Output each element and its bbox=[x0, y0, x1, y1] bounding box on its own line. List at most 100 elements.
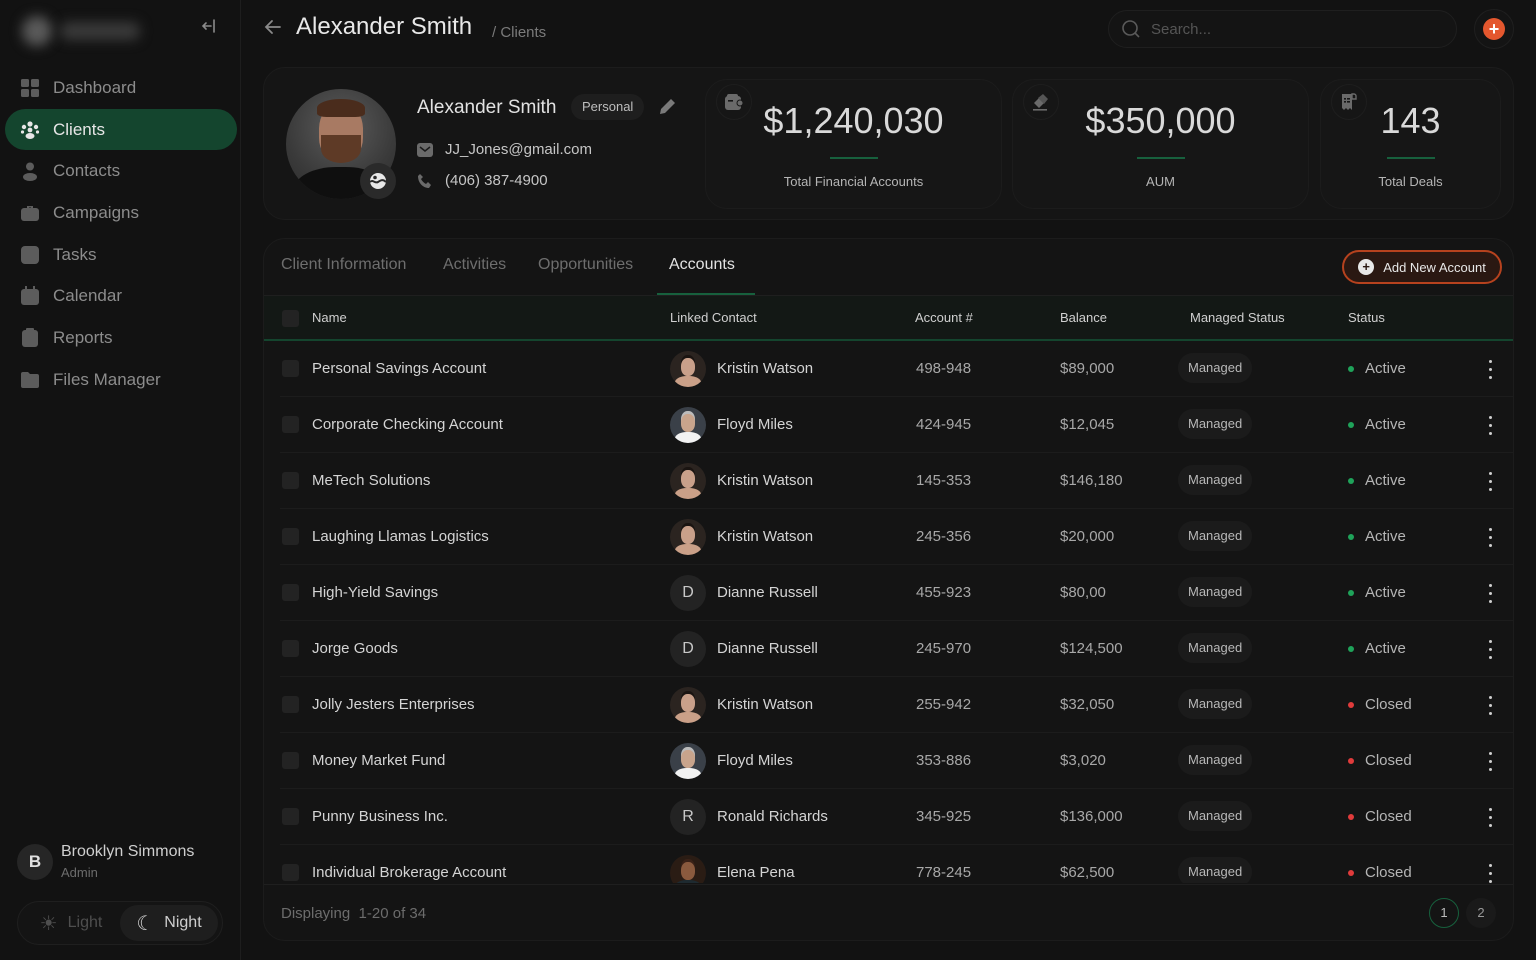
account-balance: $12,045 bbox=[1060, 416, 1115, 433]
account-name[interactable]: Corporate Checking Account bbox=[312, 416, 503, 433]
linked-contact-name[interactable]: Ronald Richards bbox=[717, 808, 828, 825]
client-phone[interactable]: (406) 387-4900 bbox=[445, 172, 548, 189]
theme-light-option[interactable]: ☀ Light bbox=[22, 905, 120, 941]
page-1-button[interactable]: 1 bbox=[1429, 898, 1459, 928]
quick-add-button[interactable]: + bbox=[1474, 9, 1514, 49]
sidebar-item-clients[interactable]: Clients bbox=[5, 108, 237, 151]
account-name[interactable]: Personal Savings Account bbox=[312, 360, 486, 377]
row-checkbox[interactable] bbox=[282, 584, 299, 601]
linked-contact-name[interactable]: Kristin Watson bbox=[717, 528, 813, 545]
account-name[interactable]: Jorge Goods bbox=[312, 640, 398, 657]
row-checkbox[interactable] bbox=[282, 640, 299, 657]
collapse-sidebar-button[interactable] bbox=[196, 16, 224, 44]
theme-night-option[interactable]: ☾ Night bbox=[120, 905, 218, 941]
row-actions-menu-button[interactable] bbox=[1484, 413, 1496, 437]
current-user[interactable]: B Brooklyn Simmons Admin bbox=[17, 843, 194, 880]
table-row[interactable]: Jorge Goods D Dianne Russell 245-970 $12… bbox=[280, 621, 1513, 677]
tab-client-information[interactable]: Client Information bbox=[281, 256, 406, 274]
table-row[interactable]: Personal Savings Account Kristin Watson … bbox=[280, 341, 1513, 397]
account-status: Active bbox=[1348, 472, 1406, 489]
user-avatar: B bbox=[17, 843, 53, 880]
account-name[interactable]: MeTech Solutions bbox=[312, 472, 430, 489]
row-checkbox[interactable] bbox=[282, 416, 299, 433]
table-row[interactable]: MeTech Solutions Kristin Watson 145-353 … bbox=[280, 453, 1513, 509]
row-actions-menu-button[interactable] bbox=[1484, 693, 1496, 717]
tab-opportunities[interactable]: Opportunities bbox=[538, 256, 633, 274]
row-checkbox[interactable] bbox=[282, 864, 299, 881]
row-checkbox[interactable] bbox=[282, 808, 299, 825]
account-name[interactable]: Individual Brokerage Account bbox=[312, 864, 506, 881]
row-actions-menu-button[interactable] bbox=[1484, 861, 1496, 883]
contact-avatar bbox=[670, 519, 706, 555]
status-label: Closed bbox=[1365, 808, 1412, 825]
edit-client-button[interactable] bbox=[656, 96, 678, 118]
active-tab-indicator bbox=[657, 293, 755, 295]
linked-contact-name[interactable]: Kristin Watson bbox=[717, 472, 813, 489]
status-dot bbox=[1348, 701, 1354, 708]
account-name[interactable]: High-Yield Savings bbox=[312, 584, 438, 601]
stat-divider bbox=[1386, 157, 1435, 159]
row-actions-menu-button[interactable] bbox=[1484, 749, 1496, 773]
page-2-button[interactable]: 2 bbox=[1466, 898, 1496, 928]
tab-activities[interactable]: Activities bbox=[443, 256, 506, 274]
sidebar-item-campaigns[interactable]: Campaigns bbox=[5, 192, 237, 234]
linked-contact-name[interactable]: Floyd Miles bbox=[717, 416, 793, 433]
select-all-checkbox[interactable] bbox=[282, 310, 299, 327]
column-header-linked-contact[interactable]: Linked Contact bbox=[670, 310, 757, 325]
linked-contact-name[interactable]: Kristin Watson bbox=[717, 360, 813, 377]
linked-contact-name[interactable]: Kristin Watson bbox=[717, 696, 813, 713]
status-label: Closed bbox=[1365, 864, 1412, 881]
linked-contact-name[interactable]: Floyd Miles bbox=[717, 752, 793, 769]
client-email[interactable]: JJ_Jones@gmail.com bbox=[445, 141, 592, 158]
contact-avatar bbox=[670, 407, 706, 443]
breadcrumb[interactable]: / Clients bbox=[492, 24, 546, 41]
table-row[interactable]: Individual Brokerage Account Elena Pena … bbox=[280, 845, 1513, 883]
account-number: 424-945 bbox=[916, 416, 972, 433]
sidebar-item-dashboard[interactable]: Dashboard bbox=[5, 67, 237, 109]
column-header-status[interactable]: Status bbox=[1348, 310, 1385, 325]
table-row[interactable]: High-Yield Savings D Dianne Russell 455-… bbox=[280, 565, 1513, 621]
account-number: 455-923 bbox=[916, 584, 972, 601]
client-tag: Personal bbox=[571, 94, 645, 120]
table-row[interactable]: Corporate Checking Account Floyd Miles 4… bbox=[280, 397, 1513, 453]
row-actions-menu-button[interactable] bbox=[1484, 357, 1496, 381]
column-header-balance[interactable]: Balance bbox=[1060, 310, 1107, 325]
row-actions-menu-button[interactable] bbox=[1484, 805, 1496, 829]
add-new-account-button[interactable]: + Add New Account bbox=[1342, 250, 1502, 284]
sidebar-item-files-manager[interactable]: Files Manager bbox=[5, 359, 237, 401]
column-header-managed-status[interactable]: Managed Status bbox=[1190, 310, 1285, 325]
table-row[interactable]: Laughing Llamas Logistics Kristin Watson… bbox=[280, 509, 1513, 565]
sidebar-item-contacts[interactable]: Contacts bbox=[5, 150, 237, 192]
pagination-summary: Displaying 1-20 of 34 bbox=[281, 905, 426, 922]
linked-contact-name[interactable]: Dianne Russell bbox=[717, 584, 818, 601]
account-name[interactable]: Money Market Fund bbox=[312, 752, 445, 769]
account-name[interactable]: Punny Business Inc. bbox=[312, 808, 448, 825]
row-checkbox[interactable] bbox=[282, 360, 299, 377]
back-button[interactable] bbox=[262, 16, 284, 44]
sidebar-item-tasks[interactable]: Tasks bbox=[5, 234, 237, 276]
search-input[interactable] bbox=[1151, 20, 1431, 38]
column-header-name[interactable]: Name bbox=[312, 310, 347, 325]
row-checkbox[interactable] bbox=[282, 528, 299, 545]
managed-status-badge: Managed bbox=[1178, 465, 1253, 495]
sidebar-item-calendar[interactable]: Calendar bbox=[5, 275, 237, 317]
row-checkbox[interactable] bbox=[282, 472, 299, 489]
row-checkbox[interactable] bbox=[282, 752, 299, 769]
tab-accounts[interactable]: Accounts bbox=[669, 256, 735, 274]
table-row[interactable]: Jolly Jesters Enterprises Kristin Watson… bbox=[280, 677, 1513, 733]
sidebar-item-reports[interactable]: Reports bbox=[5, 317, 237, 359]
row-actions-menu-button[interactable] bbox=[1484, 581, 1496, 605]
row-actions-menu-button[interactable] bbox=[1484, 525, 1496, 549]
table-row[interactable]: Money Market Fund Floyd Miles 353-886 $3… bbox=[280, 733, 1513, 789]
linked-contact-name[interactable]: Elena Pena bbox=[717, 864, 795, 881]
account-name[interactable]: Jolly Jesters Enterprises bbox=[312, 696, 475, 713]
more-vertical-icon bbox=[1488, 751, 1492, 755]
client-type-badge[interactable] bbox=[360, 163, 396, 199]
row-actions-menu-button[interactable] bbox=[1484, 469, 1496, 493]
table-row[interactable]: Punny Business Inc. R Ronald Richards 34… bbox=[280, 789, 1513, 845]
row-checkbox[interactable] bbox=[282, 696, 299, 713]
account-name[interactable]: Laughing Llamas Logistics bbox=[312, 528, 489, 545]
column-header-account-number[interactable]: Account # bbox=[915, 310, 973, 325]
row-actions-menu-button[interactable] bbox=[1484, 637, 1496, 661]
linked-contact-name[interactable]: Dianne Russell bbox=[717, 640, 818, 657]
